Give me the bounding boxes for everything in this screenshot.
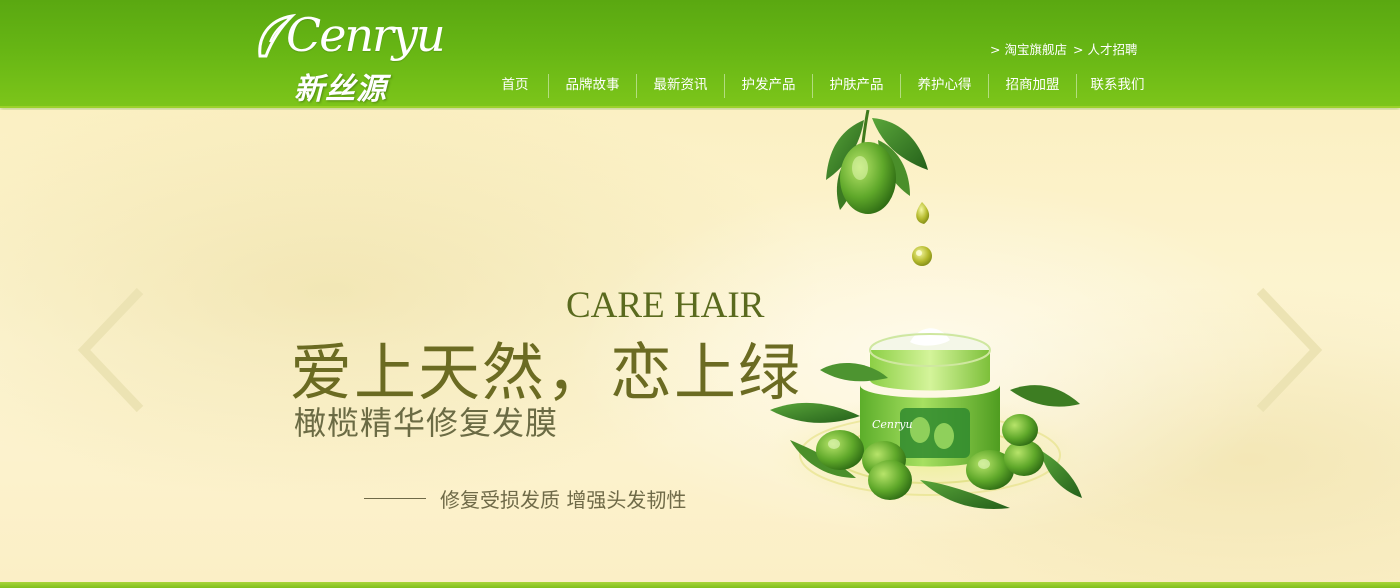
brand-logo[interactable]: Cenryu 新丝源 [250, 6, 446, 107]
site-header: Cenryu 新丝源 > 淘宝旗舰店 > 人才招聘 首页 品牌故事 最新资讯 护发产… [0, 0, 1400, 108]
chevron-right-icon: > [1073, 42, 1084, 57]
banner-tagline: 修复受损发质 增强头发韧性 [364, 484, 686, 513]
top-links: > 淘宝旗舰店 > 人才招聘 [990, 39, 1138, 57]
care-hair-title: CARE HAIR [566, 285, 765, 326]
olive-hair-mask-product-image: Cenryu [760, 110, 1100, 515]
jar-brand-label: Cenryu [872, 418, 913, 431]
nav-item-home[interactable]: 首页 [482, 74, 548, 98]
nav-item-news[interactable]: 最新资讯 [636, 74, 724, 98]
nav-item-skin-products[interactable]: 护肤产品 [812, 74, 900, 98]
prev-slide-arrow-icon[interactable] [76, 285, 156, 415]
hero-banner: CARE HAIR 爱上天然，恋上绿 橄榄精华修复发膜 修复受损发质 增强头发韧… [0, 110, 1400, 582]
nav-item-hair-products[interactable]: 护发产品 [724, 74, 812, 98]
logo-script-text: Cenryu [286, 8, 446, 62]
toplink-taobao-store[interactable]: > 淘宝旗舰店 [990, 39, 1067, 57]
toplink-careers[interactable]: > 人才招聘 [1073, 39, 1138, 57]
toplink-label: 人才招聘 [1087, 42, 1138, 57]
banner-subheadline: 橄榄精华修复发膜 [294, 404, 559, 442]
toplink-label: 淘宝旗舰店 [1004, 42, 1067, 57]
footer-strip [0, 582, 1400, 588]
tagline-text: 修复受损发质 增强头发韧性 [440, 488, 687, 512]
nav-item-franchise[interactable]: 招商加盟 [988, 74, 1076, 98]
chevron-right-icon: > [990, 42, 1001, 57]
main-nav: 首页 品牌故事 最新资讯 护发产品 护肤产品 养护心得 招商加盟 联系我们 [482, 74, 1158, 98]
tagline-dash [364, 498, 426, 499]
next-slide-arrow-icon[interactable] [1244, 285, 1324, 415]
nav-item-care-tips[interactable]: 养护心得 [900, 74, 988, 98]
nav-item-contact[interactable]: 联系我们 [1076, 74, 1158, 98]
logo-chinese-text: 新丝源 [294, 72, 387, 107]
nav-item-brand-story[interactable]: 品牌故事 [548, 74, 636, 98]
